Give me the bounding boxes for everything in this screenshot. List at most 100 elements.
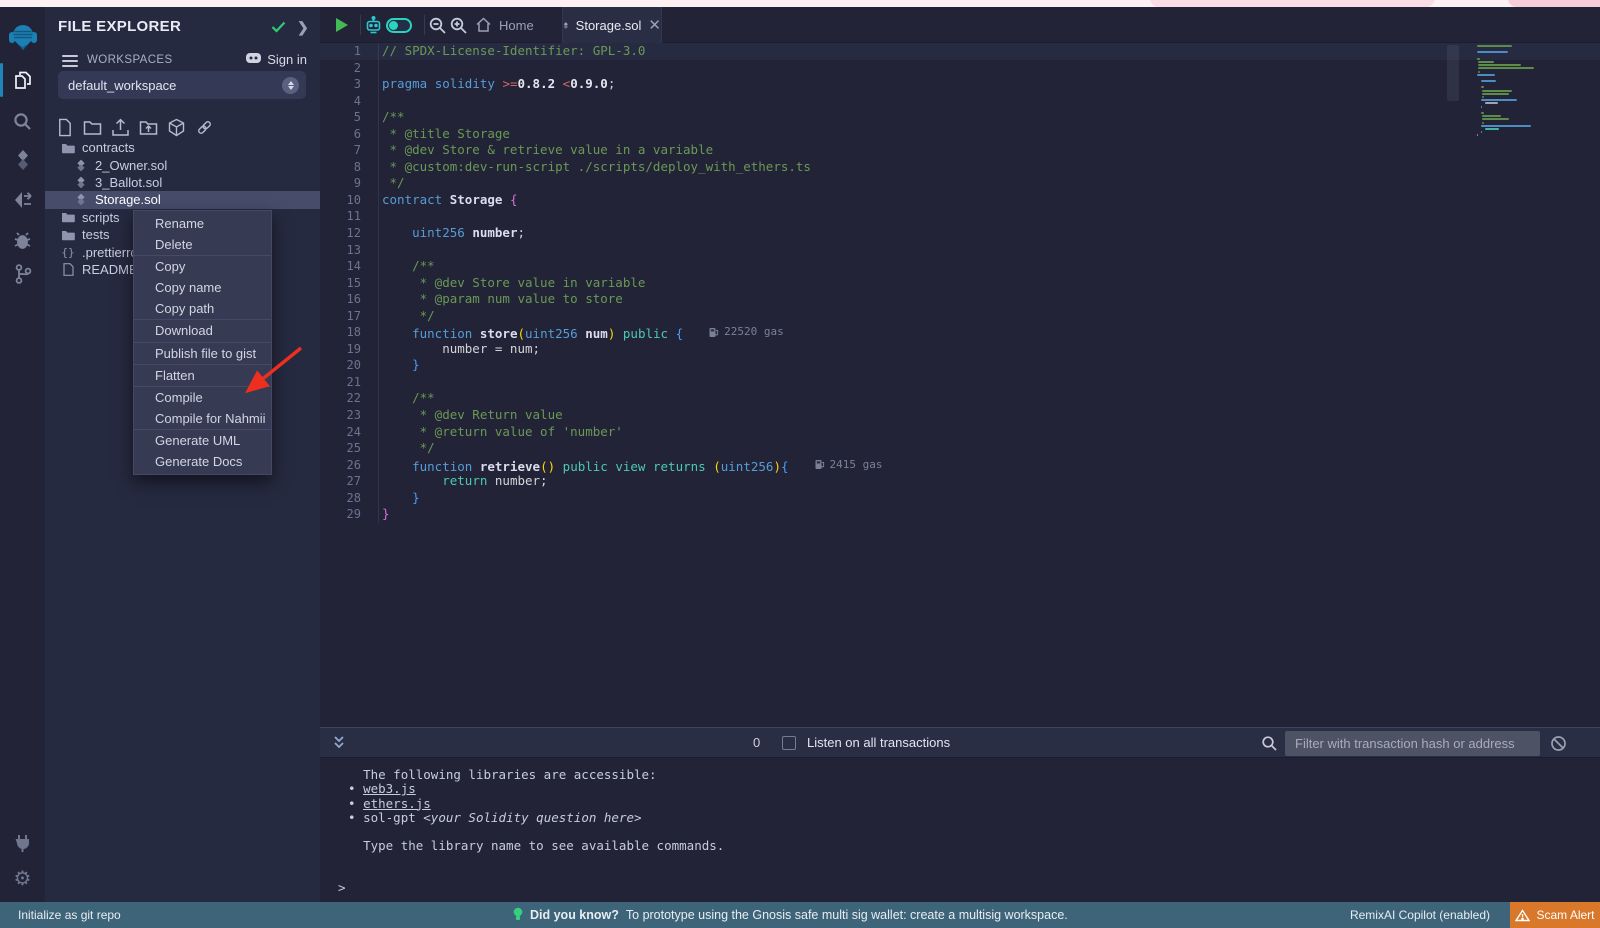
code-line-29: 29} [320, 506, 1600, 523]
copilot-toggle[interactable] [386, 7, 412, 43]
code-line-5: 5/** [320, 109, 1600, 126]
workspace-select[interactable]: default_workspace [58, 71, 306, 99]
line-content: return number; [378, 473, 548, 490]
panel-collapse-icon[interactable]: ❯ [297, 19, 309, 36]
tab-home[interactable]: Home [475, 7, 534, 43]
file-explorer-icon[interactable] [0, 69, 45, 91]
menu-item-compile-for-nahmii[interactable]: Compile for Nahmii [134, 408, 271, 429]
tree-item-storage-sol[interactable]: Storage.sol [45, 191, 320, 208]
new-file-icon[interactable] [55, 117, 74, 137]
zoom-out-icon[interactable] [428, 7, 447, 43]
line-number: 22 [320, 390, 378, 407]
expand-terminal-icon[interactable] [332, 735, 346, 756]
library-link[interactable]: ethers.js [363, 796, 431, 811]
line-number: 5 [320, 109, 378, 126]
tree-item-2-owner-sol[interactable]: 2_Owner.sol [45, 156, 320, 173]
tree-item-label: 2_Owner.sol [95, 158, 167, 173]
code-lines: 1// SPDX-License-Identifier: GPL-3.023pr… [320, 43, 1600, 523]
sign-in-label: Sign in [267, 52, 307, 67]
zoom-in-icon[interactable] [449, 7, 468, 43]
terminal-line [348, 825, 724, 839]
terminal-output[interactable]: The following libraries are accessible:•… [320, 758, 1600, 902]
line-content: */ [378, 175, 405, 192]
settings-gear-icon[interactable]: ⚙ [0, 867, 45, 889]
line-content: */ [378, 440, 435, 457]
transaction-filter-input[interactable] [1285, 731, 1540, 756]
run-script-button[interactable] [334, 7, 350, 43]
remix-logo[interactable] [0, 21, 45, 57]
scam-alert-button[interactable]: Scam Alert [1510, 902, 1600, 928]
code-line-18: 18 function store(uint256 num) public {2… [320, 324, 1600, 341]
menu-item-copy[interactable]: Copy [134, 256, 271, 277]
menu-item-copy-name[interactable]: Copy name [134, 277, 271, 298]
line-content [378, 242, 382, 259]
scam-alert-label: Scam Alert [1536, 908, 1594, 922]
ipfs-box-icon[interactable] [167, 117, 186, 137]
tab-storage-sol[interactable]: Storage.sol ✕ [562, 7, 662, 43]
menu-item-delete[interactable]: Delete [134, 234, 271, 255]
copilot-status: RemixAI Copilot (enabled) [1350, 908, 1490, 922]
clear-console-icon[interactable] [1550, 735, 1567, 757]
workspaces-menu-icon[interactable] [62, 55, 78, 67]
upload-folder-icon[interactable] [139, 117, 158, 137]
library-link[interactable]: web3.js [363, 781, 416, 796]
tree-item-label: scripts [82, 210, 120, 225]
line-number: 14 [320, 258, 378, 275]
new-folder-icon[interactable] [83, 117, 102, 137]
line-number: 17 [320, 308, 378, 325]
code-line-1: 1// SPDX-License-Identifier: GPL-3.0 [320, 43, 1600, 60]
deploy-run-icon[interactable] [0, 189, 45, 211]
icon-rail: ⚙ [0, 7, 45, 928]
ai-assistant-robot-icon[interactable] [364, 7, 383, 43]
editor-area: Home Storage.sol ✕ 1// SPDX-License-Iden… [320, 7, 1600, 727]
line-number: 25 [320, 440, 378, 457]
line-content: } [378, 357, 420, 374]
line-number: 1 [320, 43, 378, 60]
search-icon[interactable] [0, 110, 45, 132]
tip-text: To prototype using the Gnosis safe multi… [626, 908, 1068, 922]
did-you-know-tip: Did you know? To prototype using the Gno… [513, 907, 1068, 922]
code-editor[interactable]: 1// SPDX-License-Identifier: GPL-3.023pr… [320, 43, 1600, 727]
workspace-selected-value: default_workspace [68, 78, 176, 93]
terminal-line: • sol-gpt <your Solidity question here> [348, 811, 724, 825]
code-line-11: 11 [320, 208, 1600, 225]
sign-in-button[interactable]: Sign in [245, 51, 307, 68]
tree-item-contracts[interactable]: contracts [45, 139, 320, 156]
toolbar-divider [424, 15, 425, 35]
panel-title: FILE EXPLORER [58, 18, 181, 35]
minimap[interactable] [1477, 45, 1543, 137]
menu-item-rename[interactable]: Rename [134, 213, 271, 234]
line-number: 15 [320, 275, 378, 292]
file-actions-toolbar [55, 117, 214, 137]
git-icon[interactable] [0, 263, 45, 285]
status-bar: Initialize as git repo Did you know? To … [0, 902, 1600, 928]
import-url-link-icon[interactable] [195, 117, 214, 137]
tree-item-3-ballot-sol[interactable]: 3_Ballot.sol [45, 174, 320, 191]
solidity-compiler-icon[interactable] [0, 149, 45, 171]
editor-scrollbar[interactable] [1447, 45, 1459, 101]
init-git-repo-link[interactable]: Initialize as git repo [18, 908, 121, 922]
terminal-search-icon[interactable] [1261, 735, 1278, 757]
menu-item-copy-path[interactable]: Copy path [134, 298, 271, 319]
menu-item-download[interactable]: Download [134, 320, 271, 341]
workspaces-label: WORKSPACES [87, 54, 173, 66]
workspace-stepper-icon[interactable] [282, 77, 299, 94]
line-content: * @custom:dev-run-script ./scripts/deplo… [378, 159, 811, 176]
menu-item-generate-docs[interactable]: Generate Docs [134, 451, 271, 472]
upload-file-icon[interactable] [111, 117, 130, 137]
menu-item-generate-uml[interactable]: Generate UML [134, 430, 271, 451]
code-line-22: 22 /** [320, 390, 1600, 407]
close-tab-icon[interactable]: ✕ [648, 18, 661, 33]
line-number: 7 [320, 142, 378, 159]
code-line-20: 20 } [320, 357, 1600, 374]
line-number: 8 [320, 159, 378, 176]
debugger-icon[interactable] [0, 229, 45, 251]
plugin-manager-icon[interactable] [0, 831, 45, 853]
transaction-count-badge: 0 [753, 735, 760, 750]
code-line-17: 17 */ [320, 308, 1600, 325]
line-number: 16 [320, 291, 378, 308]
terminal-prompt[interactable]: > [338, 880, 346, 895]
line-content [378, 208, 382, 225]
folder-icon [61, 211, 75, 223]
listen-transactions-checkbox[interactable] [782, 736, 796, 750]
